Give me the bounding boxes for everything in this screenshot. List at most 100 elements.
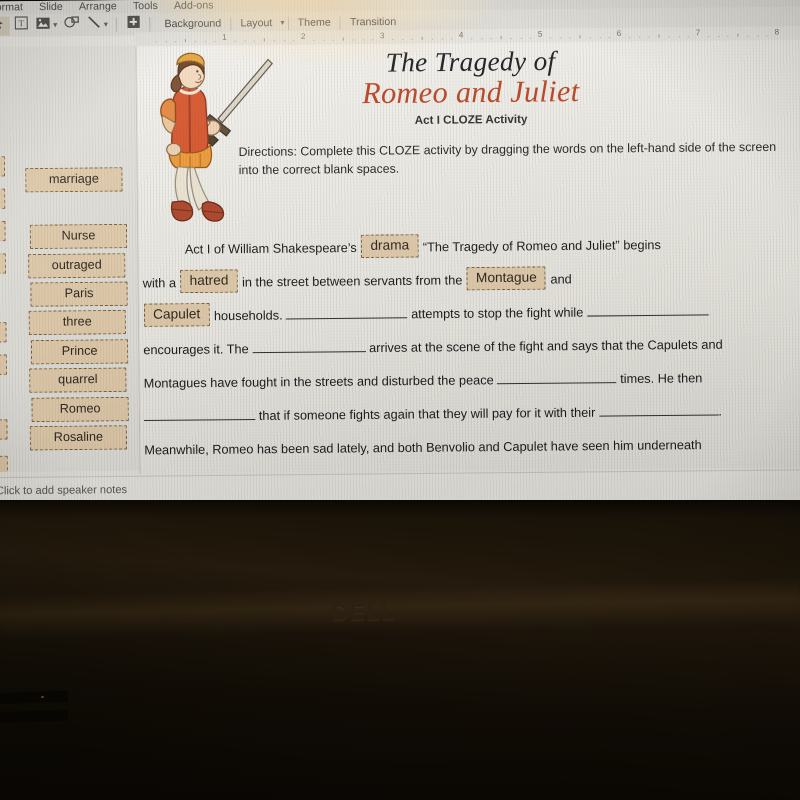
cloze-blank-3[interactable] [252, 337, 366, 354]
word-chip-outraged[interactable]: outraged [28, 253, 126, 278]
ruler-tick [214, 40, 216, 42]
clipped-chip-1[interactable] [0, 156, 6, 177]
new-slide-button[interactable] [122, 15, 144, 34]
cloze-paragraph: Act I of William Shakespeare’s drama “Th… [142, 228, 800, 474]
shape-icon [63, 16, 79, 34]
keyboard-hint-1 [0, 690, 69, 705]
clipped-chip-2[interactable] [0, 188, 6, 210]
ruler-tick [253, 40, 255, 42]
cloze-text-6: households. [213, 308, 283, 324]
ruler-tick [747, 35, 749, 37]
ruler-tick [273, 40, 275, 42]
ruler-tick [342, 37, 344, 41]
cloze-blank-5[interactable] [143, 405, 256, 422]
placed-word-drama[interactable]: drama [361, 234, 419, 258]
clipped-chip-6[interactable] [0, 354, 7, 376]
ruler-tick [392, 39, 394, 41]
cloze-blank-4[interactable] [497, 368, 617, 385]
clipped-chip-8[interactable] [0, 455, 8, 473]
cloze-text-14: Meanwhile, Romeo has been sad lately, an… [144, 437, 702, 458]
laptop-screen: Format Slide Arrange Tools Add-ons T ▼ ▼… [0, 0, 800, 516]
laptop-bezel: DELL [0, 500, 800, 800]
ruler-tick [549, 37, 551, 39]
ruler-tick [589, 37, 591, 39]
transition-button[interactable]: Transition [341, 16, 406, 29]
word-chip-three[interactable]: three [28, 309, 126, 335]
clipped-chip-5[interactable] [0, 322, 7, 343]
toolbar-divider-2 [149, 17, 151, 32]
image-dropdown-caret-icon[interactable]: ▼ [50, 22, 60, 29]
menu-item-arrange[interactable]: Arrange [79, 0, 117, 12]
menu-item-slide[interactable]: Slide [39, 0, 63, 12]
ruler-tick [678, 36, 680, 38]
ruler-tick [757, 35, 759, 37]
cloze-blank-6[interactable] [598, 401, 719, 417]
word-chip-marriage[interactable]: marriage [25, 167, 123, 192]
ruler-tick [323, 39, 325, 41]
ruler-tick [155, 41, 157, 43]
ruler-tick [569, 37, 571, 39]
ruler-tick [767, 35, 769, 37]
select-tool-button[interactable] [0, 15, 10, 36]
ruler-number-5: 5 [537, 29, 543, 39]
ruler-tick [688, 36, 690, 38]
cloze-text-3: with a [142, 275, 177, 291]
cloze-text-13: . [718, 404, 722, 419]
ruler-tick [500, 36, 502, 40]
layout-caret-icon[interactable]: ▼ [277, 19, 287, 26]
ruler-tick [737, 33, 739, 37]
ruler-tick [638, 36, 640, 38]
slide-canvas[interactable]: The Tragedy of Romeo and Juliet Act I CL… [135, 40, 800, 474]
line-dropdown-caret-icon[interactable]: ▼ [101, 21, 111, 28]
word-chip-rosaline[interactable]: Rosaline [29, 425, 128, 450]
title-line-2: Romeo and Juliet [361, 74, 580, 110]
word-chip-nurse[interactable]: Nurse [29, 223, 128, 249]
menu-item-tools[interactable]: Tools [133, 0, 158, 12]
shape-tool-button[interactable] [60, 15, 82, 34]
background-button[interactable]: Background [155, 17, 230, 30]
ruler-tick [283, 40, 285, 42]
ruler-tick [648, 36, 650, 38]
word-chip-paris[interactable]: Paris [30, 281, 128, 307]
ruler-tick [451, 38, 453, 40]
ruler-tick [658, 34, 660, 38]
cloze-text-8: encourages it. The [143, 342, 249, 358]
ruler-tick [332, 39, 334, 41]
menu-item-addons[interactable]: Add-ons [174, 0, 214, 11]
ruler-tick [599, 37, 601, 39]
laptop-photo: Format Slide Arrange Tools Add-ons T ▼ ▼… [0, 0, 800, 800]
ruler-tick [559, 37, 561, 39]
placed-word-hatred[interactable]: hatred [180, 269, 238, 294]
ruler-tick [244, 40, 246, 42]
placed-word-capulet[interactable]: Capulet [143, 303, 210, 327]
textbox-tool-button[interactable]: T [10, 16, 32, 35]
clipped-chip-7[interactable] [0, 419, 8, 440]
ruler-tick [510, 37, 512, 39]
cloze-text-7: attempts to stop the fight while [411, 305, 584, 322]
ruler-tick [520, 37, 522, 39]
ruler-tick [628, 36, 630, 38]
word-chip-prince[interactable]: Prince [30, 339, 129, 364]
ruler-tick [372, 39, 374, 41]
clipped-chip-3[interactable] [0, 220, 6, 242]
ruler-tick [352, 39, 354, 41]
ruler-tick [579, 35, 581, 39]
cloze-text-1: Act I of William Shakespeare’s [184, 240, 357, 257]
ruler-tick [293, 40, 295, 42]
clipped-chip-4[interactable] [0, 253, 6, 274]
word-chip-quarrel[interactable]: quarrel [29, 367, 127, 393]
word-chip-romeo[interactable]: Romeo [31, 396, 129, 422]
ruler-number-3: 3 [379, 31, 385, 41]
theme-button[interactable]: Theme [288, 16, 339, 29]
cloze-blank-1[interactable] [286, 304, 408, 320]
layout-button[interactable]: Layout [231, 17, 281, 30]
ruler-tick [490, 38, 492, 40]
cloze-blank-2[interactable] [586, 301, 709, 317]
speaker-notes-placeholder: Click to add speaker notes [0, 483, 128, 498]
placed-word-montague[interactable]: Montague [466, 266, 547, 291]
ruler-tick [401, 39, 403, 41]
ruler-tick [707, 36, 709, 38]
ruler-tick [362, 39, 364, 41]
menu-item-format[interactable]: Format [0, 1, 23, 13]
ruler-tick [194, 41, 196, 43]
